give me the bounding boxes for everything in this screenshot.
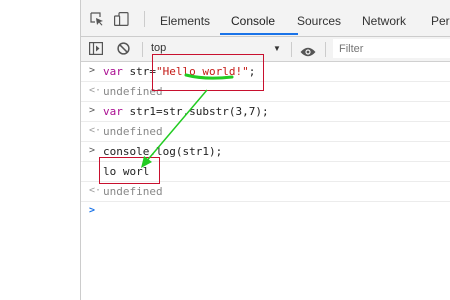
tab-network[interactable]: Network (362, 14, 406, 28)
clear-console-icon[interactable] (117, 42, 130, 60)
toolbar-separator (291, 42, 292, 57)
result-arrow-icon: <· (89, 125, 102, 136)
device-toolbar-icon[interactable] (114, 12, 130, 31)
input-prompt-icon: > (89, 145, 96, 156)
result-arrow-icon: <· (89, 185, 102, 196)
code-text: str1=str.substr(3,7); (122, 105, 269, 118)
active-tab-indicator (220, 33, 298, 35)
result-arrow-icon: <· (89, 85, 102, 96)
result-value: undefined (103, 125, 163, 138)
chevron-down-icon[interactable]: ▼ (273, 44, 281, 53)
devtools-tab-bar: Elements Console Sources Network Per (81, 0, 450, 37)
highlight-box-string (152, 54, 264, 91)
inspected-page-area (0, 0, 81, 300)
tab-performance[interactable]: Per (431, 14, 450, 28)
tab-elements[interactable]: Elements (160, 14, 210, 28)
filter-input[interactable] (333, 39, 450, 58)
highlight-box-result (99, 157, 160, 184)
tab-console[interactable]: Console (231, 14, 275, 28)
console-prompt-icon: > (89, 205, 96, 216)
console-input-line: > var str="Hello world!"; (81, 62, 450, 82)
devtools-panel: Elements Console Sources Network Per top… (81, 0, 450, 300)
console-result-line: <· undefined (81, 122, 450, 142)
toolbar-separator (142, 42, 143, 57)
inspect-element-icon[interactable] (90, 12, 104, 31)
input-prompt-icon: > (89, 105, 96, 116)
console-toolbar: top ▼ (81, 37, 450, 62)
console-sidebar-icon[interactable] (89, 42, 104, 60)
console-result-line: <· undefined (81, 82, 450, 102)
console-result-line: <· undefined (81, 182, 450, 202)
live-expression-icon[interactable] (300, 44, 316, 62)
code-keyword: var (103, 65, 123, 78)
result-value: undefined (103, 185, 163, 198)
console-input-line: > var str1=str.substr(3,7); (81, 102, 450, 122)
tab-sources[interactable]: Sources (297, 14, 341, 28)
tab-separator (144, 11, 145, 27)
console-prompt-line[interactable]: > (81, 202, 450, 221)
context-select[interactable]: top (151, 42, 166, 54)
code-keyword: var (103, 105, 123, 118)
toolbar-separator (325, 42, 326, 57)
input-prompt-icon: > (89, 65, 96, 76)
